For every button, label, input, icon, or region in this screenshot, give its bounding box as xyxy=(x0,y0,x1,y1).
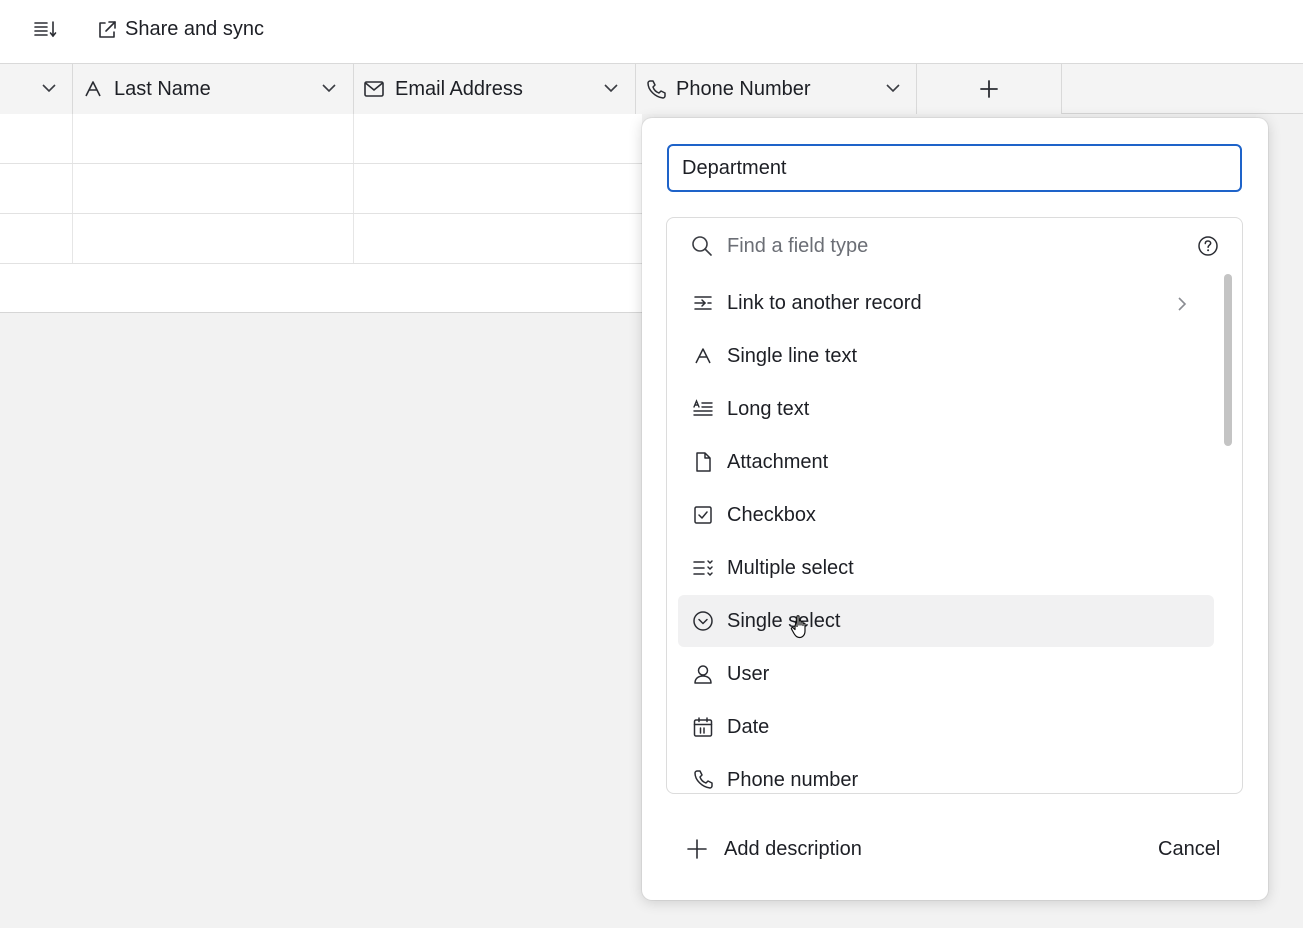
calendar-icon xyxy=(693,717,713,737)
chevron-right-icon xyxy=(1178,297,1187,311)
field-type-label: User xyxy=(727,663,770,685)
column-header-previous[interactable] xyxy=(0,64,73,114)
field-type-user[interactable]: User xyxy=(678,648,1214,700)
add-description-button[interactable]: Add description xyxy=(686,834,886,864)
column-label: Phone Number xyxy=(676,78,811,100)
field-type-label: Date xyxy=(727,716,770,738)
toolbar: Share and sync xyxy=(0,0,1303,64)
table-cell[interactable] xyxy=(0,214,73,263)
chevron-down-icon[interactable] xyxy=(602,82,620,94)
user-icon xyxy=(694,665,712,684)
text-a-icon xyxy=(85,81,101,97)
table-cell[interactable] xyxy=(0,164,73,213)
field-type-single-select[interactable]: Single select xyxy=(678,595,1214,647)
field-type-search[interactable]: Find a field type xyxy=(667,218,1242,274)
field-type-link-to-another-record[interactable]: Link to another record xyxy=(678,277,1214,329)
text-a-icon xyxy=(695,348,711,364)
table-cell[interactable] xyxy=(73,164,354,213)
list-sort-icon[interactable] xyxy=(33,20,57,38)
field-type-single-line-text[interactable]: Single line text xyxy=(678,330,1214,382)
chevron-down-icon[interactable] xyxy=(320,82,338,94)
plus-icon xyxy=(980,80,998,98)
field-type-long-text[interactable]: Long text xyxy=(678,383,1214,435)
table-cell[interactable] xyxy=(0,114,73,163)
add-description-label: Add description xyxy=(724,838,862,860)
table-row[interactable] xyxy=(0,114,642,164)
column-label: Last Name xyxy=(114,78,211,100)
share-and-sync-button[interactable]: Share and sync xyxy=(94,12,279,46)
column-label: Email Address xyxy=(395,78,523,100)
search-placeholder: Find a field type xyxy=(727,235,869,257)
table-cell[interactable] xyxy=(354,114,642,163)
checkbox-icon xyxy=(694,506,712,524)
hand-cursor-icon xyxy=(790,615,806,639)
field-config-dialog: Find a field type Link to another record xyxy=(642,118,1268,900)
phone-icon xyxy=(694,770,713,789)
list-scrollbar[interactable] xyxy=(1224,274,1232,446)
chevron-circle-icon xyxy=(693,611,713,631)
field-type-list: Find a field type Link to another record xyxy=(666,217,1243,794)
field-type-label: Attachment xyxy=(727,451,829,473)
column-header-email-address[interactable]: Email Address xyxy=(354,64,636,114)
share-and-sync-label: Share and sync xyxy=(125,18,264,40)
table-cell[interactable] xyxy=(73,214,354,263)
table-row[interactable] xyxy=(0,214,642,264)
chevron-down-icon[interactable] xyxy=(40,82,58,94)
column-header-last-name[interactable]: Last Name xyxy=(73,64,354,114)
external-link-icon xyxy=(99,21,116,38)
field-type-label: Single select xyxy=(727,610,841,632)
table-row[interactable] xyxy=(0,164,642,214)
question-circle-icon[interactable] xyxy=(1197,235,1219,257)
search-icon xyxy=(692,236,712,256)
field-type-checkbox[interactable]: Checkbox xyxy=(678,489,1214,541)
field-type-date[interactable]: Date xyxy=(678,701,1214,753)
field-type-phone-number[interactable]: Phone number xyxy=(678,754,1214,793)
field-type-multiple-select[interactable]: Multiple select xyxy=(678,542,1214,594)
table-cell[interactable] xyxy=(354,164,642,213)
column-header-phone-number[interactable]: Phone Number xyxy=(636,64,917,114)
long-text-icon xyxy=(693,399,713,416)
cancel-button[interactable]: Cancel xyxy=(1158,836,1220,862)
table-cell[interactable] xyxy=(354,214,642,263)
field-type-label: Single line text xyxy=(727,345,858,367)
add-row-area[interactable] xyxy=(0,264,642,313)
field-type-attachment[interactable]: Attachment xyxy=(678,436,1214,488)
chevron-down-icon[interactable] xyxy=(884,82,902,94)
field-type-label: Phone number xyxy=(727,769,859,791)
plus-icon xyxy=(687,839,707,859)
field-type-label: Checkbox xyxy=(727,504,816,526)
multi-select-icon xyxy=(693,560,713,577)
phone-icon xyxy=(647,80,666,99)
file-icon xyxy=(696,452,711,472)
link-record-icon xyxy=(694,296,712,310)
grid-header: Last Name Email Address Phone Number xyxy=(0,64,1303,114)
envelope-icon xyxy=(364,81,384,97)
field-type-label: Multiple select xyxy=(727,557,854,579)
table-cell[interactable] xyxy=(73,114,354,163)
add-column-button[interactable] xyxy=(917,64,1062,114)
field-type-label: Link to another record xyxy=(727,292,922,314)
field-name-input[interactable] xyxy=(667,144,1242,192)
field-type-label: Long text xyxy=(727,398,810,420)
